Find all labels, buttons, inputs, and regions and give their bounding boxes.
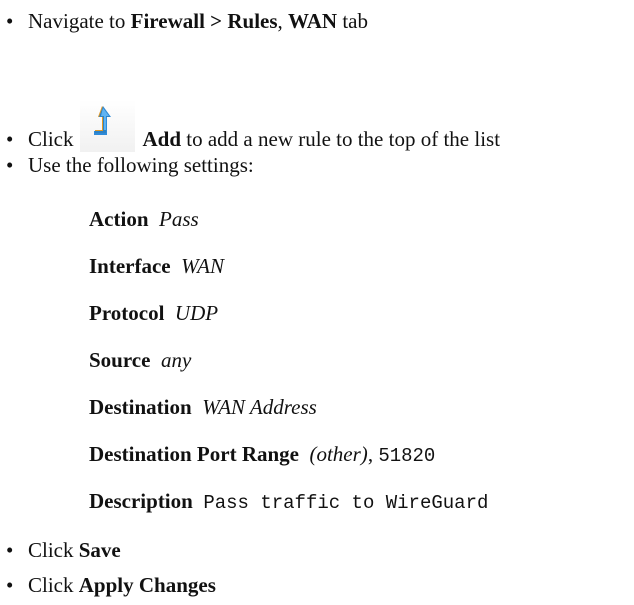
setting-value: Pass (159, 207, 199, 231)
step-text: Use the following settings: (28, 153, 254, 177)
step-apply: • Click Apply Changes (0, 572, 216, 598)
setting-interface: Interface WAN (89, 253, 224, 279)
setting-value: WAN Address (202, 395, 317, 419)
setting-label: Destination Port Range (89, 442, 299, 466)
setting-protocol: Protocol UDP (89, 300, 218, 326)
setting-value: any (160, 348, 192, 372)
separator: , (367, 442, 379, 466)
step-settings-intro: • Use the following settings: (0, 152, 254, 178)
setting-value: WAN (181, 254, 224, 278)
step-navigate: • Navigate to Firewall > Rules, WAN tab (0, 8, 368, 34)
tab-name: WAN (288, 9, 338, 33)
setting-description: Description Pass traffic to WireGuard (89, 488, 488, 516)
bullet: • (6, 573, 14, 597)
setting-source: Source any (89, 347, 191, 373)
bullet: • (6, 9, 14, 33)
add-rule-top-arrow-icon (79, 100, 135, 152)
apply-changes-button-label: Apply Changes (78, 573, 216, 597)
setting-action: Action Pass (89, 206, 199, 232)
step-add: • Click Add to add a new rule to the top … (0, 100, 500, 152)
setting-value: (other) (309, 442, 368, 466)
bullet: • (6, 153, 14, 177)
add-button-label: Add (142, 127, 182, 151)
step-text-suffix: to add a new rule to the top of the list (181, 127, 501, 151)
setting-value-port: 51820 (378, 445, 436, 467)
save-button-label: Save (78, 538, 121, 562)
setting-destination: Destination WAN Address (89, 394, 317, 420)
step-text-suffix: tab (337, 9, 368, 33)
separator: , (277, 9, 289, 33)
setting-label: Source (89, 348, 151, 372)
step-save: • Click Save (0, 537, 121, 563)
setting-destination-port-range: Destination Port Range (other), 51820 (89, 441, 435, 469)
step-text: Click (28, 573, 79, 597)
setting-value: Pass traffic to WireGuard (203, 492, 489, 514)
setting-value: UDP (174, 301, 219, 325)
setting-label: Action (89, 207, 149, 231)
step-text: Click (28, 538, 79, 562)
step-text: Click (28, 127, 74, 151)
bullet: • (6, 127, 14, 151)
setting-label: Description (89, 489, 193, 513)
setting-label: Interface (89, 254, 171, 278)
setting-label: Protocol (89, 301, 165, 325)
menu-path: Firewall > Rules (130, 9, 278, 33)
bullet: • (6, 538, 14, 562)
step-text: Navigate to (28, 9, 131, 33)
setting-label: Destination (89, 395, 192, 419)
